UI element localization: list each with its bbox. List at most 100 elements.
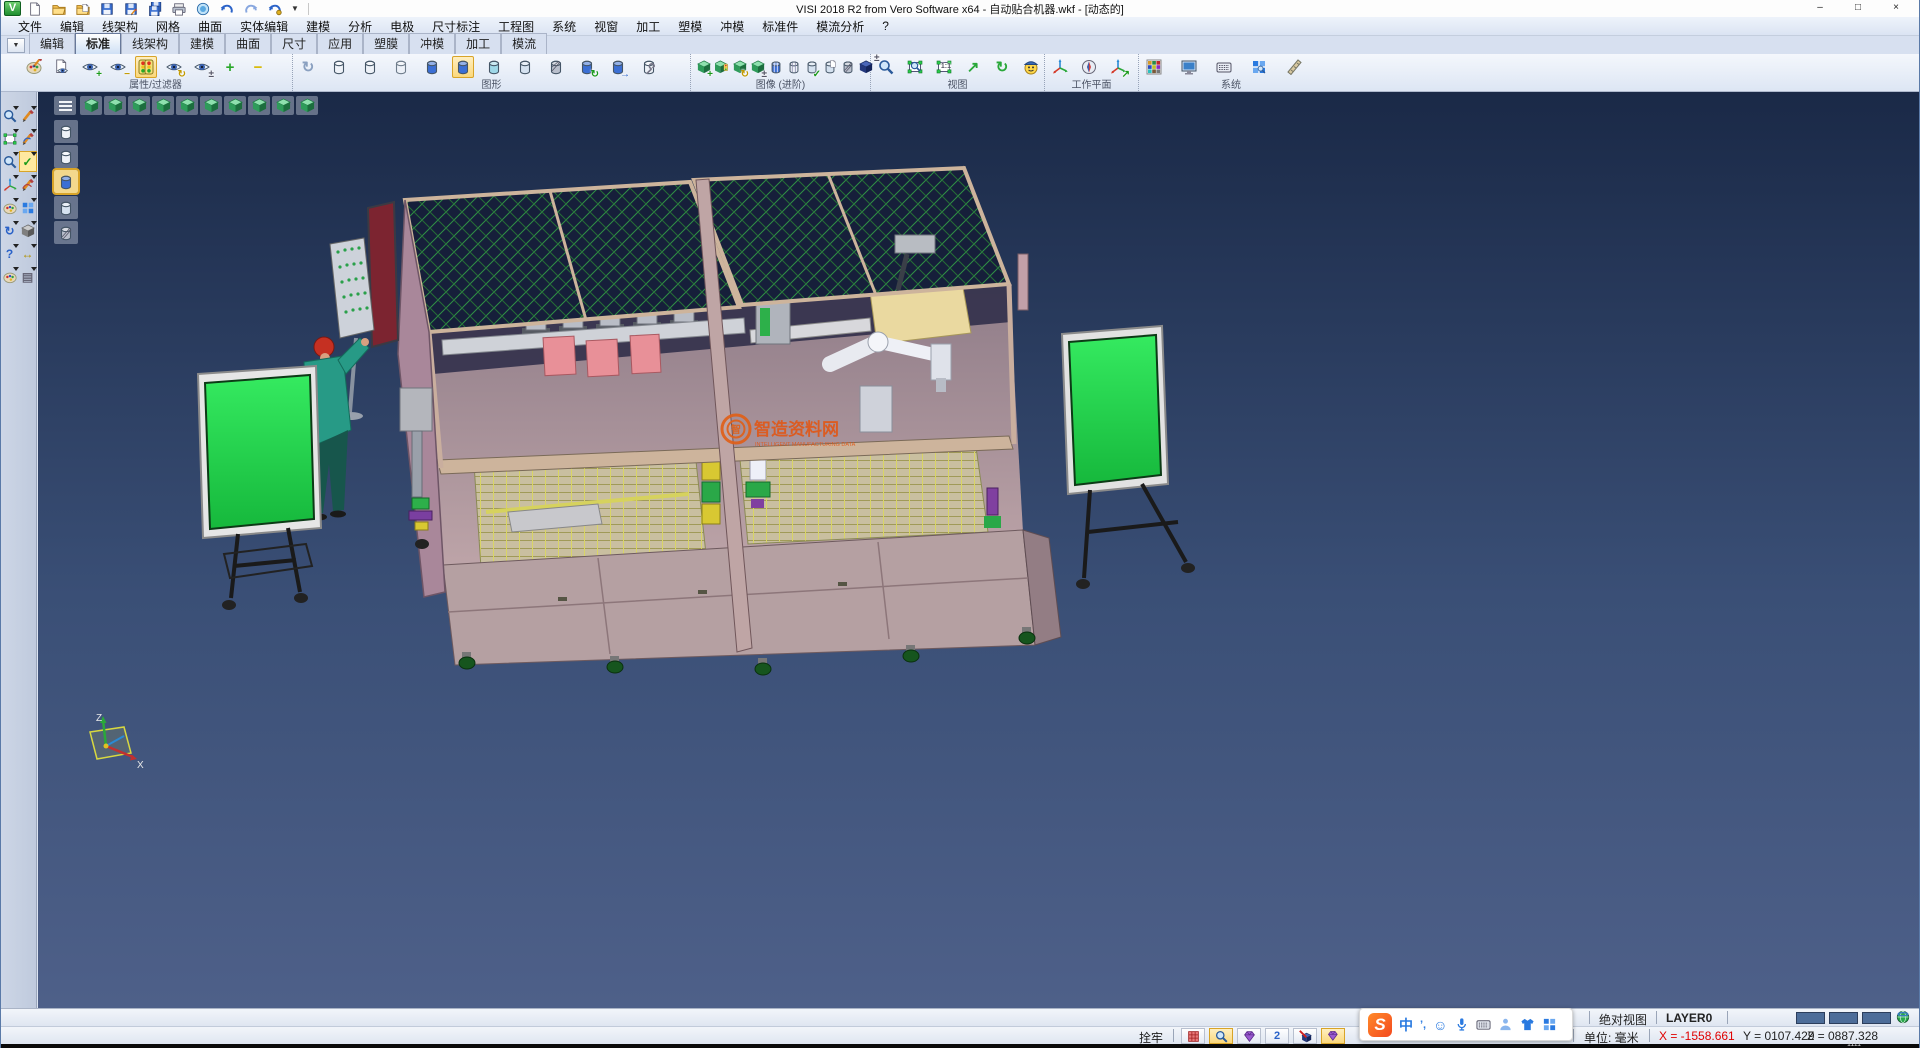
view-menu-button[interactable] xyxy=(54,96,76,115)
save-all-icon[interactable] xyxy=(144,1,165,16)
grid-window-icon[interactable] xyxy=(20,198,36,217)
layout-grid-icon[interactable] xyxy=(1542,1017,1557,1032)
active-layer-label[interactable]: LAYER0 xyxy=(1666,1011,1712,1025)
zoom-toggle-icon[interactable] xyxy=(2,152,18,171)
view-front-button[interactable] xyxy=(128,96,150,115)
menu-help[interactable]: ? xyxy=(873,18,898,34)
layer-cylinder-cyan-icon[interactable] xyxy=(483,56,505,78)
cylinder-outline-button[interactable] xyxy=(54,145,78,168)
solid-cylinder-blue-icon[interactable] xyxy=(767,56,784,78)
title-bar[interactable]: V ▼ VISI 2018 R2 from Vero Software x64 … xyxy=(1,0,1919,17)
solids-show-add-icon[interactable]: + xyxy=(695,56,712,78)
layer-move-icon[interactable]: → xyxy=(607,56,629,78)
confirm-check-icon[interactable]: ✓ xyxy=(20,152,36,171)
refresh-visibility-icon[interactable]: ↻ xyxy=(163,56,185,78)
tab-standard[interactable]: 标准 xyxy=(75,33,121,54)
curve-pencil-icon[interactable] xyxy=(20,175,36,194)
layer-color-swatch-1[interactable] xyxy=(1796,1012,1825,1024)
attribute-brush-icon[interactable] xyxy=(23,56,45,78)
solid-cylinder-striped-icon[interactable] xyxy=(785,56,802,78)
layer-cylinder-empty-icon[interactable] xyxy=(328,56,350,78)
snap-gem-icon[interactable] xyxy=(1237,1028,1261,1044)
system-ruler-icon[interactable] xyxy=(1283,56,1305,78)
visi-logo-icon[interactable]: V xyxy=(4,1,21,16)
remove-filter-icon[interactable]: − xyxy=(247,56,269,78)
tab-dimension[interactable]: 尺寸 xyxy=(271,33,317,54)
render-face-icon[interactable] xyxy=(1020,56,1042,78)
solids-refresh-icon[interactable]: ↻ xyxy=(731,56,748,78)
view-iso-nw-button[interactable] xyxy=(248,96,270,115)
regen-graphics-icon[interactable]: ↻ xyxy=(297,56,319,78)
cylinder-shaded-active-button[interactable] xyxy=(54,170,78,193)
layer-cylinder-pale-icon[interactable] xyxy=(514,56,536,78)
layer-cylinder-outline-icon[interactable] xyxy=(359,56,381,78)
view-left-button[interactable] xyxy=(176,96,198,115)
pan-zoom-icon[interactable] xyxy=(2,106,18,125)
layer-cylinder-hatched-icon[interactable] xyxy=(545,56,567,78)
layer-cylinder-blue-icon[interactable] xyxy=(421,56,443,78)
print-icon[interactable] xyxy=(168,1,189,16)
person-tools-icon[interactable] xyxy=(1498,1017,1513,1032)
viewport-3d[interactable]: 智 智造资料网 INTELLIGENT MANUFACTURING DATA Z… xyxy=(38,92,1919,1008)
machine-assembly-model[interactable] xyxy=(398,168,1061,675)
tab-edit[interactable]: 编辑 xyxy=(29,33,75,54)
undo-icon[interactable] xyxy=(216,1,237,16)
clipboard-paste-icon[interactable]: ▤ xyxy=(20,267,36,286)
save-as-icon[interactable] xyxy=(120,1,141,16)
view-refresh-icon[interactable]: ↻ xyxy=(991,56,1013,78)
snap-grid-red-icon[interactable] xyxy=(1181,1028,1205,1044)
cylinder-hatched-button[interactable] xyxy=(54,221,78,244)
show-toggle-icon[interactable]: ± xyxy=(191,56,213,78)
refresh-view-icon[interactable]: ↻ xyxy=(2,221,18,240)
save-icon[interactable] xyxy=(96,1,117,16)
help-question-icon[interactable]: ? xyxy=(2,244,18,263)
layer-color-swatch-2[interactable] xyxy=(1829,1012,1858,1024)
zoom-1-1-icon[interactable]: 1:1 xyxy=(933,56,955,78)
snap-2d-icon[interactable]: 2 xyxy=(1265,1028,1289,1044)
tab-application[interactable]: 应用 xyxy=(317,33,363,54)
show-by-attribute-icon[interactable] xyxy=(51,56,73,78)
tab-machining[interactable]: 加工 xyxy=(455,33,501,54)
open-file-icon[interactable] xyxy=(48,1,69,16)
system-grid-icon[interactable] xyxy=(1248,56,1270,78)
solid-cylinder-note-icon[interactable] xyxy=(821,56,838,78)
menu-flow-analysis[interactable]: 模流分析 xyxy=(807,17,873,36)
workplane-compass-icon[interactable] xyxy=(1078,56,1100,78)
sketch-pencil-icon[interactable] xyxy=(20,129,36,148)
show-add-icon[interactable]: + xyxy=(79,56,101,78)
close-button[interactable]: × xyxy=(1877,0,1915,16)
shaded-cube-icon[interactable] xyxy=(20,221,36,240)
solids-toggle-icon[interactable]: ± xyxy=(749,56,766,78)
punctuation-icon[interactable]: ’, xyxy=(1420,1019,1426,1031)
view-iso-sw-button[interactable] xyxy=(296,96,318,115)
system-keyboard-icon[interactable] xyxy=(1213,56,1235,78)
maximize-button[interactable]: □ xyxy=(1839,0,1877,16)
print-preview-icon[interactable] xyxy=(192,1,213,16)
system-display-icon[interactable] xyxy=(1178,56,1200,78)
zoom-in-out-icon[interactable]: ± xyxy=(875,56,897,78)
menu-system[interactable]: 系统 xyxy=(543,17,585,36)
import-file-icon[interactable] xyxy=(72,1,93,16)
cylinder-wireframe-button[interactable] xyxy=(54,120,78,143)
snap-disable-icon[interactable] xyxy=(1293,1028,1317,1044)
tab-die[interactable]: 冲模 xyxy=(409,33,455,54)
tab-surface[interactable]: 曲面 xyxy=(225,33,271,54)
keyboard-icon[interactable] xyxy=(1476,1017,1491,1032)
view-back-button[interactable] xyxy=(152,96,174,115)
snap-cube-active-icon[interactable] xyxy=(1321,1028,1345,1044)
quick-access-more-icon[interactable]: ▼ xyxy=(288,4,302,13)
menu-standard-parts[interactable]: 标准件 xyxy=(753,17,807,36)
measure-distance-icon[interactable]: ↔ xyxy=(20,244,36,263)
view-iso-se-button[interactable] xyxy=(272,96,294,115)
zoom-extents-icon[interactable] xyxy=(904,56,926,78)
solids-traffic-light-icon[interactable] xyxy=(713,56,730,78)
workplane-move-icon[interactable]: ↗ xyxy=(1107,56,1129,78)
new-document-icon[interactable] xyxy=(24,1,45,16)
solid-cylinder-check-icon[interactable]: ✓ xyxy=(803,56,820,78)
ucs-axes-icon[interactable] xyxy=(2,175,18,194)
sogou-logo-icon[interactable]: S xyxy=(1368,1013,1392,1037)
tab-modeling[interactable]: 建模 xyxy=(179,33,225,54)
zoom-arrow-icon[interactable]: ↗ xyxy=(962,56,984,78)
tab-flow[interactable]: 模流 xyxy=(501,33,547,54)
layer-tools-icon[interactable] xyxy=(638,56,660,78)
